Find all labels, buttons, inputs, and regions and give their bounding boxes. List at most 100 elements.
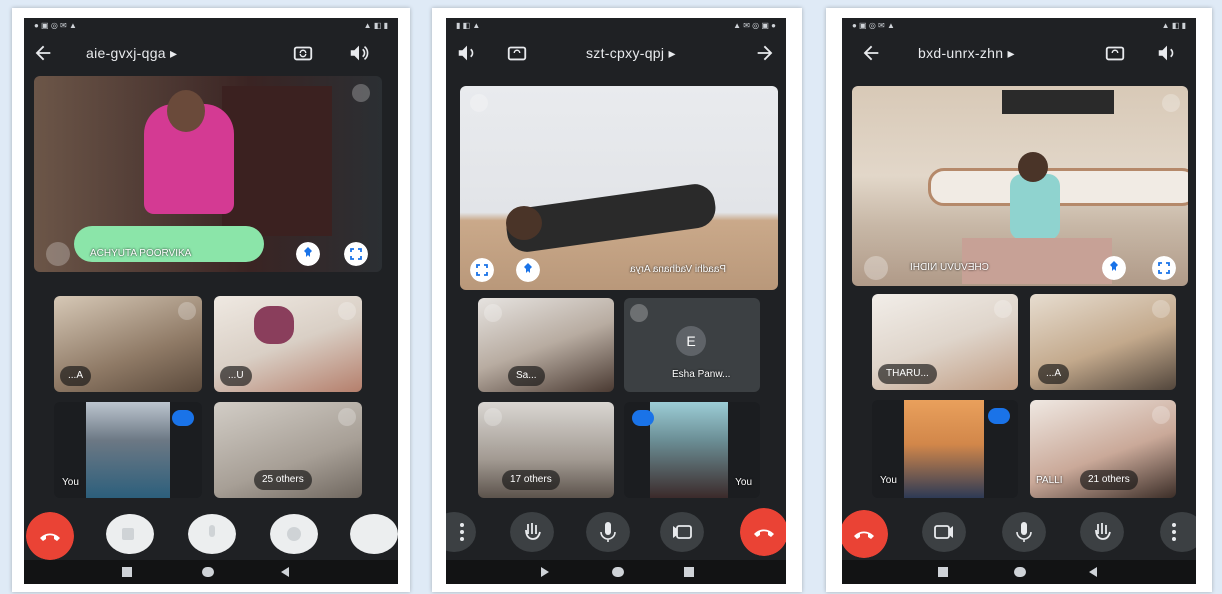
others-tile[interactable]: 17 others	[478, 402, 614, 498]
raise-hand-icon[interactable]	[270, 514, 318, 554]
mic-off-badge	[352, 84, 370, 102]
home-icon[interactable]	[612, 567, 624, 577]
back-arrow-icon[interactable]	[860, 42, 882, 64]
participant-tile[interactable]: THARU...	[872, 294, 1018, 390]
self-video	[86, 402, 170, 498]
pinned-participant-name: Paadhi Vadhana Arya	[630, 264, 726, 275]
others-count[interactable]: 17 others	[502, 470, 560, 490]
fullscreen-icon[interactable]	[344, 242, 368, 266]
self-video	[904, 400, 984, 498]
end-call-icon[interactable]	[26, 512, 74, 560]
participant-tile[interactable]: ...A	[54, 296, 202, 392]
status-bar: ▮ ◧ ▲ ▲ ✉ ◎ ▣ ●	[456, 21, 776, 30]
audio-level-indicator	[988, 408, 1010, 424]
back-nav-icon[interactable]	[280, 567, 290, 577]
pinned-video-tile[interactable]: ACHYUTA POORVIKA	[34, 76, 382, 272]
fullscreen-icon[interactable]	[470, 258, 494, 282]
pinned-audio-indicator	[864, 256, 888, 280]
switch-camera-icon[interactable]	[292, 42, 314, 64]
mic-icon[interactable]	[188, 514, 236, 554]
participant-tile[interactable]: Sa...	[478, 298, 614, 392]
participant-name: Sa...	[508, 366, 545, 386]
home-icon[interactable]	[202, 567, 214, 577]
pinned-video-tile[interactable]: CHEVUVU NIDHI	[852, 86, 1188, 286]
more-icon[interactable]	[446, 512, 476, 552]
speaker-icon[interactable]	[1156, 42, 1178, 64]
pin-icon[interactable]	[516, 258, 540, 282]
mic-off-badge	[470, 94, 488, 112]
back-arrow-icon[interactable]	[754, 42, 776, 64]
switch-camera-icon[interactable]	[506, 42, 528, 64]
participant-name: PALLI	[1036, 475, 1063, 486]
pinned-participant-name: CHEVUVU NIDHI	[910, 262, 989, 273]
mic-off-badge	[178, 302, 196, 320]
pinned-participant-name-text: CHEVUVU NIDHI	[910, 262, 989, 273]
meeting-code[interactable]: aie-gvxj-qga ▸	[86, 45, 177, 62]
camera-icon[interactable]	[660, 512, 704, 552]
self-label: You	[880, 475, 897, 486]
participant-figure	[1010, 174, 1060, 240]
audio-level-indicator	[632, 410, 654, 426]
end-call-icon[interactable]	[740, 508, 786, 556]
participant-figure	[254, 306, 294, 344]
participant-head	[167, 90, 205, 132]
mic-off-badge	[1162, 94, 1180, 112]
meeting-code[interactable]: bxd-unrx-zhn ▸	[918, 45, 1015, 62]
pinned-participant-name: ACHYUTA POORVIKA	[90, 248, 192, 259]
camera-icon[interactable]	[106, 514, 154, 554]
others-tile[interactable]: 25 others	[214, 402, 362, 498]
mic-off-badge	[1152, 300, 1170, 318]
self-label: You	[735, 477, 752, 488]
recents-icon[interactable]	[684, 567, 694, 577]
android-nav-bar	[24, 560, 398, 584]
self-video	[650, 402, 728, 498]
status-bar: ● ▣ ◎ ✉ ▲ ▲ ◧ ▮	[852, 21, 1186, 30]
pinned-participant-name-text: Paadhi Vadhana Arya	[630, 264, 727, 275]
recents-icon[interactable]	[122, 567, 132, 577]
pinned-video-tile[interactable]: Paadhi Vadhana Arya	[460, 86, 778, 290]
others-count[interactable]: 25 others	[254, 470, 312, 490]
mic-icon[interactable]	[1002, 512, 1046, 552]
recents-icon[interactable]	[938, 567, 948, 577]
android-nav-bar	[446, 560, 786, 584]
others-count[interactable]: 21 others	[1080, 470, 1138, 490]
raise-hand-icon[interactable]	[510, 512, 554, 552]
self-view-tile[interactable]: You	[624, 402, 760, 498]
self-view-tile[interactable]: You	[54, 402, 202, 498]
back-nav-icon[interactable]	[540, 567, 550, 577]
self-view-tile[interactable]: You	[872, 400, 1018, 498]
pinned-audio-indicator	[46, 242, 70, 266]
back-arrow-icon[interactable]	[32, 42, 54, 64]
mic-off-badge	[484, 304, 502, 322]
participant-name: Esha Panw...	[672, 369, 731, 380]
mic-icon[interactable]	[586, 512, 630, 552]
more-icon[interactable]	[1160, 512, 1196, 552]
screenshot-card-2: ▮ ◧ ▲ ▲ ✉ ◎ ▣ ● szt-cpxy-qpj ▸ Paadhi Vad…	[432, 8, 802, 592]
pin-icon[interactable]	[1102, 256, 1126, 280]
home-icon[interactable]	[1014, 567, 1026, 577]
others-tile[interactable]: PALLI 21 others	[1030, 400, 1176, 498]
speaker-icon[interactable]	[348, 42, 370, 64]
camera-icon[interactable]	[922, 512, 966, 552]
audio-level-indicator	[172, 410, 194, 426]
participant-tile[interactable]: E Esha Panw...	[624, 298, 760, 392]
raise-hand-icon[interactable]	[1080, 512, 1124, 552]
wardrobe	[222, 86, 332, 236]
speaker-icon[interactable]	[456, 42, 478, 64]
fullscreen-icon[interactable]	[1152, 256, 1176, 280]
mic-off-badge	[484, 408, 502, 426]
pin-icon[interactable]	[296, 242, 320, 266]
mic-off-badge	[994, 300, 1012, 318]
status-bar: ● ▣ ◎ ✉ ▲ ▲ ◧ ▮	[34, 21, 388, 30]
participant-name: ...A	[60, 366, 92, 386]
meeting-code[interactable]: szt-cpxy-qpj ▸	[586, 45, 676, 62]
back-nav-icon[interactable]	[1088, 567, 1098, 577]
screenshot-card-3: ● ▣ ◎ ✉ ▲ ▲ ◧ ▮ bxd-unrx-zhn ▸ CHEVUVU NI…	[826, 8, 1212, 592]
participant-tile[interactable]: ...A	[1030, 294, 1176, 390]
switch-camera-icon[interactable]	[1104, 42, 1126, 64]
phone-screen-2: ▮ ◧ ▲ ▲ ✉ ◎ ▣ ● szt-cpxy-qpj ▸ Paadhi Vad…	[446, 18, 786, 584]
end-call-icon[interactable]	[842, 510, 888, 558]
participant-tile[interactable]: ...U	[214, 296, 362, 392]
more-icon[interactable]	[350, 514, 398, 554]
television	[1002, 90, 1114, 114]
